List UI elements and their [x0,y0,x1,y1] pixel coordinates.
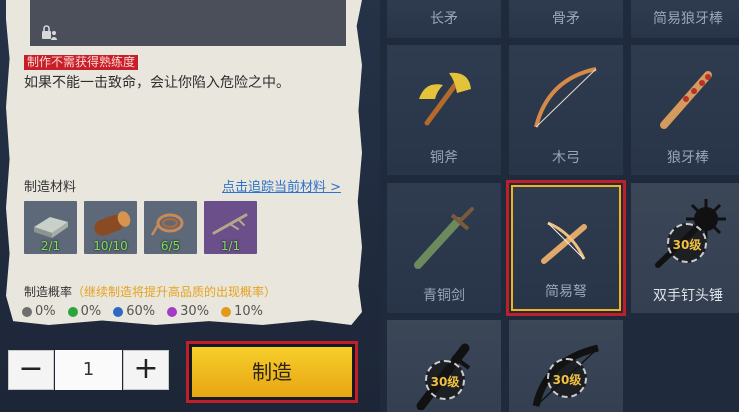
rate-value: 60% [126,304,156,319]
material-count: 1/1 [220,239,241,253]
recipe-cell-copper-axe[interactable]: 铜斧 [387,45,501,175]
material-count: 2/1 [40,239,61,253]
track-materials-link[interactable]: 点击追踪当前材料 > [222,176,341,195]
rope-icon [150,213,184,236]
craft-rate-list: 0% 0% 60% 30% 10% [22,304,269,319]
recipe-cell-locked-bow[interactable]: 30级 [509,320,623,412]
recipe-cell-crossbow[interactable]: 简易弩 [506,180,626,316]
level-requirement-badge: 30级 [425,360,465,400]
lock-person-icon [42,25,57,40]
wooden-bow-icon [534,67,597,128]
craft-button[interactable]: 制造 [186,341,358,403]
recipe-cell-bronze-sword[interactable]: 青铜剑 [387,183,501,313]
rate-value: 10% [234,304,263,319]
branch-icon [212,213,248,235]
quality-dot-icon [221,306,232,317]
rate-value: 0% [80,304,102,319]
recipe-name: 简易弩 [545,284,587,300]
rate-blue: 60% [113,304,155,319]
level-requirement-badge: 30级 [547,358,587,398]
rate-purple: 30% [167,304,209,319]
rate-orange: 10% [221,304,263,319]
recipe-name: 长矛 [430,11,458,27]
proficiency-note: 制作不需获得熟练度 [24,55,139,70]
recipe-name: 简易狼牙棒 [653,11,723,27]
materials-label: 制造材料 [24,180,77,195]
craft-rate-title: 制造概率 [24,285,73,299]
rate-value: 0% [35,304,56,319]
recipe-cell-bone-spear[interactable]: 骨矛 [509,0,623,38]
wood-log-icon [94,211,131,236]
recipe-name: 木弓 [552,150,580,166]
recipe-cell-mace[interactable]: 狼牙棒 [631,45,739,175]
material-slot-rope[interactable]: 6/5 [144,201,197,254]
craft-rate-label: 制造概率（继续制造将提升高品质的出现概率） [24,283,276,300]
rate-gray: 0% [22,304,56,319]
recipe-name: 双手钉头锤 [653,288,723,304]
bronze-sword-icon [414,207,474,269]
material-slot-branch[interactable]: 1/1 [204,201,257,254]
recipe-name: 狼牙棒 [667,150,709,166]
material-slot-wood[interactable]: 10/10 [84,201,137,254]
recipe-name: 青铜剑 [423,288,465,304]
recipe-cell-wooden-bow[interactable]: 木弓 [509,45,623,175]
quality-dot-icon [167,306,178,317]
rate-value: 30% [180,304,210,319]
iron-ingot-icon [34,217,68,238]
recipe-name: 铜斧 [430,150,458,166]
item-description: 如果不能一击致命，会让你陷入危险之中。 [24,75,290,91]
copper-axe-icon [419,72,471,126]
crossbow-icon [541,221,587,264]
quantity-minus-button[interactable]: − [8,350,54,390]
quantity-field[interactable]: 1 [55,350,122,390]
level-requirement-badge: 30级 [667,223,707,263]
quality-dot-icon [113,306,124,317]
quality-dot-icon [22,306,32,317]
quality-dot-icon [67,306,78,317]
item-preview-header [30,0,346,46]
recipe-cell-simple-mace[interactable]: 简易狼牙棒 [631,0,739,38]
item-detail-card [6,0,362,325]
recipe-name: 骨矛 [552,11,580,27]
material-count: 10/10 [93,239,128,253]
material-slot-iron-ingot[interactable]: 2/1 [24,201,77,254]
recipe-cell-spear[interactable]: 长矛 [387,0,501,38]
craft-rate-hint: （继续制造将提升高品质的出现概率） [72,285,277,299]
mace-icon [660,71,712,129]
recipe-cell-locked-blade[interactable]: 30级 [387,320,501,412]
material-count: 6/5 [160,239,181,253]
recipe-cell-two-hand-flail[interactable]: 30级 双手钉头锤 [631,183,739,313]
rate-green: 0% [67,304,102,319]
craft-button-label: 制造 [192,347,352,397]
quantity-plus-button[interactable]: + [123,350,169,390]
